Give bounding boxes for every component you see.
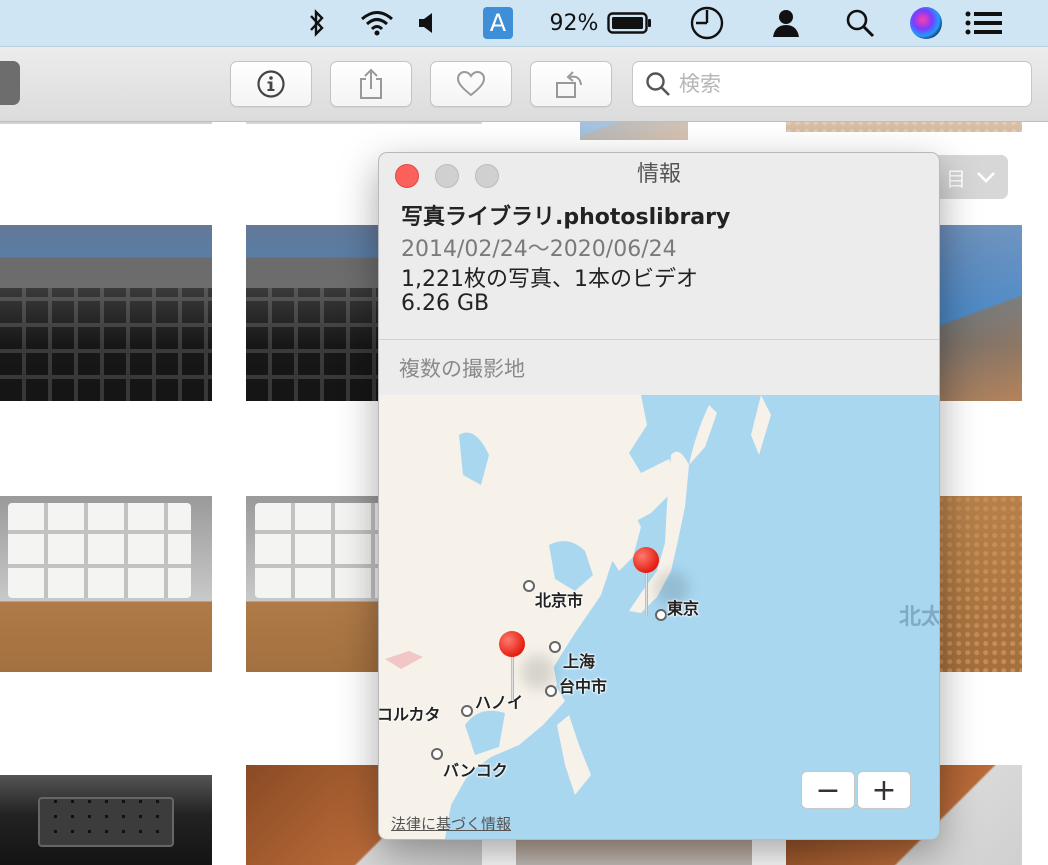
share-button[interactable]: [330, 61, 412, 107]
rotate-icon: [556, 71, 582, 98]
siri-icon[interactable]: [908, 0, 944, 46]
volume-icon[interactable]: [414, 0, 440, 46]
photo-thumbnail[interactable]: [0, 775, 212, 865]
city-dot: [545, 685, 557, 697]
library-name: 写真ライブラリ.photoslibrary: [401, 205, 731, 230]
notification-center-icon[interactable]: [964, 0, 1004, 46]
photo-thumbnail[interactable]: [0, 225, 212, 401]
sidebar-toggle-button[interactable]: [0, 61, 20, 105]
input-source-label: A: [483, 7, 513, 39]
share-icon: [360, 68, 382, 99]
divider: [379, 339, 939, 340]
zoom-in-button[interactable]: +: [857, 771, 911, 809]
location-pin[interactable]: [499, 631, 555, 703]
info-panel: 情報 写真ライブラリ.photoslibrary 2014/02/24〜2020…: [378, 152, 940, 840]
city-label: 台中市: [559, 677, 608, 696]
heart-icon: [456, 70, 486, 97]
clock-icon[interactable]: [688, 0, 726, 46]
city-dot: [549, 641, 561, 653]
library-size: 6.26 GB: [401, 291, 490, 316]
info-icon: [257, 70, 285, 98]
battery-icon[interactable]: [606, 0, 654, 46]
photo-thumbnail[interactable]: [246, 122, 482, 124]
photo-thumbnail[interactable]: [580, 122, 688, 140]
chevron-down-icon: [977, 172, 995, 183]
location-map[interactable]: 北京市 東京 上海 台中市 ハノイ コルカタ バンコク 北太 − + 法律に基づ…: [379, 395, 939, 839]
bluetooth-icon[interactable]: [302, 0, 332, 46]
city-label: バンコク: [443, 761, 508, 780]
spotlight-icon[interactable]: [842, 0, 878, 46]
city-dot: [431, 748, 443, 760]
rotate-button[interactable]: [530, 61, 612, 107]
city-label: 北京市: [535, 591, 584, 610]
battery-percent: 92%: [549, 10, 599, 36]
photo-thumbnail[interactable]: [0, 496, 212, 672]
search-input[interactable]: [677, 71, 1011, 97]
panel-title: 情報: [636, 162, 681, 187]
photo-thumbnail[interactable]: [0, 122, 212, 124]
ocean-label: 北太: [899, 605, 939, 630]
input-source-icon[interactable]: A: [482, 0, 514, 46]
library-counts: 1,221枚の写真、1本のビデオ: [401, 267, 698, 292]
menu-bar: A 92%: [0, 0, 1048, 47]
search-icon: [646, 72, 670, 96]
wifi-icon[interactable]: [356, 0, 398, 46]
photo-thumbnail[interactable]: [786, 122, 1022, 132]
zoom-out-button[interactable]: −: [801, 771, 855, 809]
info-button[interactable]: [230, 61, 312, 107]
search-field[interactable]: [632, 61, 1032, 107]
library-date-range: 2014/02/24〜2020/06/24: [401, 237, 677, 262]
legal-link[interactable]: 法律に基づく情報: [391, 813, 511, 834]
user-icon[interactable]: [770, 0, 802, 46]
city-dot: [523, 580, 535, 592]
view-dropdown-label: 目: [946, 166, 966, 191]
city-label: コルカタ: [379, 705, 441, 724]
favorite-button[interactable]: [430, 61, 512, 107]
location-pin[interactable]: [633, 547, 689, 619]
location-label: 複数の撮影地: [399, 357, 525, 381]
city-dot: [461, 705, 473, 717]
toolbar: [0, 47, 1048, 122]
city-label: 上海: [563, 652, 596, 671]
